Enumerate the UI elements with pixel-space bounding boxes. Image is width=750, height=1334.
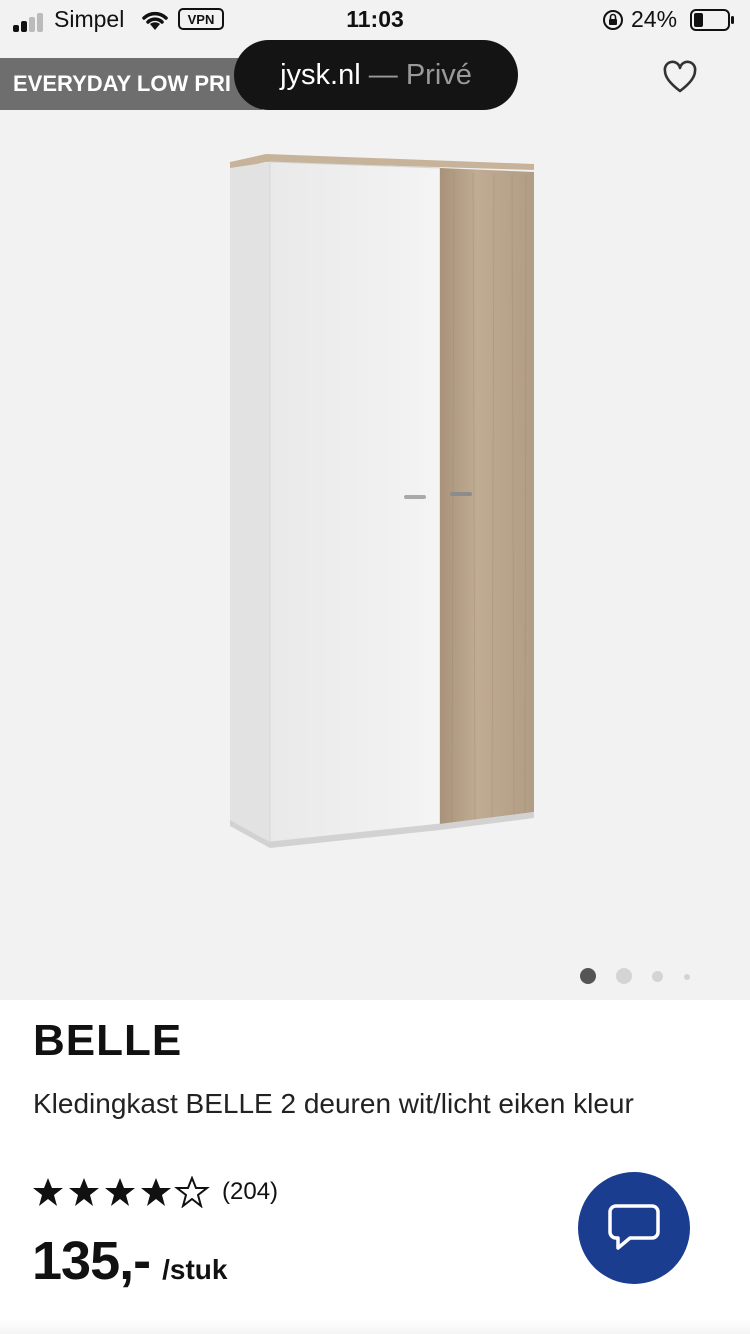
chat-bubble-icon: [608, 1204, 660, 1250]
battery-icon: [690, 9, 734, 31]
battery-percentage: 24%: [631, 6, 678, 32]
product-image: [230, 154, 534, 848]
pagination-dot[interactable]: [684, 974, 690, 980]
product-name: BELLE: [33, 1016, 183, 1065]
price-unit: /stuk: [162, 1254, 228, 1285]
product-rating[interactable]: (204): [32, 1174, 278, 1210]
product-price: 135,- /stuk: [32, 1230, 228, 1291]
rotation-lock-icon: [603, 10, 623, 30]
browser-url-pill[interactable]: jysk.nl — Privé: [234, 40, 518, 110]
url-separator: —: [360, 59, 406, 91]
gallery-pagination: [578, 966, 698, 986]
pagination-dot-active[interactable]: [580, 968, 596, 984]
star-rating-icon: [33, 1176, 210, 1208]
url-domain: jysk.nl: [280, 59, 361, 91]
promo-label: EVERYDAY LOW PRI: [0, 58, 265, 110]
review-count[interactable]: (204): [222, 1178, 278, 1206]
product-description: Kledingkast BELLE 2 deuren wit/licht eik…: [33, 1088, 634, 1119]
heart-icon[interactable]: [662, 60, 698, 96]
private-mode-label: Privé: [405, 59, 472, 91]
pagination-dot[interactable]: [616, 968, 632, 984]
chat-button[interactable]: [578, 1172, 690, 1284]
pagination-dot[interactable]: [652, 971, 663, 982]
status-bar: Simpel VPN 11:03 24%: [0, 0, 750, 44]
rating-stars: [32, 1176, 210, 1208]
price-value: 135,-: [32, 1231, 151, 1291]
bottom-edge: [0, 1318, 750, 1334]
